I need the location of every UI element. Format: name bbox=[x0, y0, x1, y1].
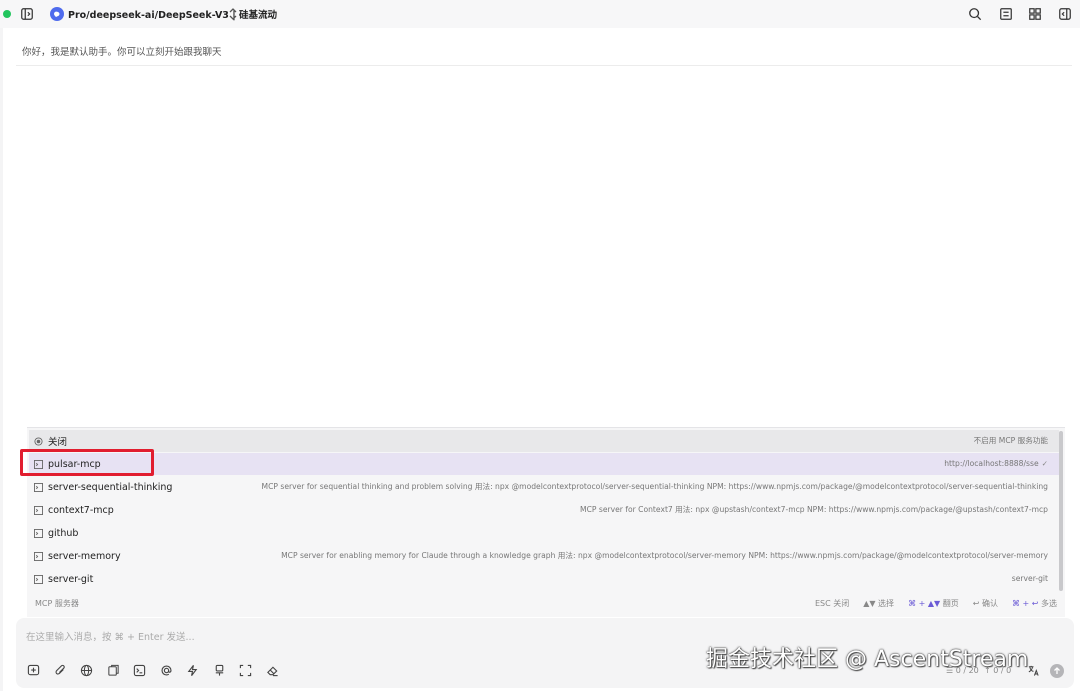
attachment-icon[interactable] bbox=[52, 662, 68, 678]
new-topic-icon[interactable] bbox=[25, 662, 41, 678]
mcp-server-popup: 关闭 不启用 MCP 服务功能 pulsar-mcp http://localh… bbox=[27, 427, 1065, 617]
popup-scrollbar[interactable] bbox=[1059, 431, 1063, 591]
right-panel-toggle-icon[interactable] bbox=[1056, 5, 1074, 23]
knowledge-base-icon[interactable] bbox=[105, 662, 121, 678]
search-icon[interactable] bbox=[966, 5, 984, 23]
expand-icon[interactable] bbox=[237, 662, 253, 678]
hint-page-key: ⌘ + ▲▼ bbox=[908, 598, 941, 608]
mcp-item-pulsar-mcp[interactable]: pulsar-mcp http://localhost:8888/sse ✓ bbox=[29, 453, 1059, 475]
mcp-item-desc: 不启用 MCP 服务功能 bbox=[973, 436, 1048, 445]
close-circle-icon bbox=[33, 436, 43, 446]
mcp-server-icon[interactable] bbox=[131, 662, 147, 678]
topic-list-icon[interactable] bbox=[997, 5, 1015, 23]
web-search-icon[interactable] bbox=[78, 662, 94, 678]
mcp-item-close[interactable]: 关闭 不启用 MCP 服务功能 bbox=[29, 430, 1059, 452]
terminal-icon bbox=[33, 528, 43, 538]
mcp-item-name: context7-mcp bbox=[48, 504, 114, 516]
clear-context-icon[interactable] bbox=[211, 662, 227, 678]
highlight-pulsar-mcp bbox=[20, 449, 154, 476]
popup-footer: MCP 服务器 ESC 关闭 ▲▼ 选择 ⌘ + ▲▼ 翻页 ↩ 确认 ⌘ + … bbox=[35, 593, 1057, 613]
mcp-item-desc: server-git bbox=[1011, 574, 1048, 583]
watermark: 掘金技术社区 @ AscentStream bbox=[706, 647, 1029, 672]
terminal-icon bbox=[33, 551, 43, 561]
send-button[interactable] bbox=[1050, 664, 1064, 678]
mcp-item-name: server-memory bbox=[48, 550, 121, 562]
mcp-item-url: http://localhost:8888/sse bbox=[944, 459, 1039, 468]
mcp-item-github[interactable]: github bbox=[29, 522, 1059, 544]
popup-footer-title: MCP 服务器 bbox=[35, 598, 79, 608]
quick-phrase-icon[interactable] bbox=[184, 662, 200, 678]
message-input[interactable]: 在这里输入消息，按 ⌘ + Enter 发送... bbox=[26, 629, 195, 643]
sidebar-toggle-icon[interactable] bbox=[18, 5, 36, 23]
layout-grid-icon[interactable] bbox=[1026, 5, 1044, 23]
mcp-item-context7-mcp[interactable]: context7-mcp MCP server for Context7 用法:… bbox=[29, 499, 1059, 521]
hint-multi: ⌘ + ↩ 多选 bbox=[1012, 598, 1057, 609]
mcp-item-server-sequential-thinking[interactable]: server-sequential-thinking MCP server fo… bbox=[29, 476, 1059, 498]
hint-page: ⌘ + ▲▼ 翻页 bbox=[908, 598, 959, 609]
divider bbox=[16, 65, 1072, 66]
terminal-icon bbox=[33, 482, 43, 492]
eraser-icon[interactable] bbox=[264, 662, 280, 678]
mcp-item-name: 关闭 bbox=[48, 437, 68, 448]
model-provider-logo-icon bbox=[50, 7, 64, 21]
mention-icon[interactable] bbox=[158, 662, 174, 678]
terminal-icon bbox=[33, 574, 43, 584]
mcp-item-name: server-sequential-thinking bbox=[48, 481, 173, 493]
mcp-item-desc: MCP server for enabling memory for Claud… bbox=[281, 551, 1048, 560]
hint-confirm: ↩ 确认 bbox=[972, 598, 998, 608]
hint-page-label: 翻页 bbox=[942, 598, 959, 608]
hint-select: ▲▼ 选择 bbox=[863, 598, 895, 608]
mcp-item-name: server-git bbox=[48, 573, 94, 585]
terminal-icon bbox=[33, 505, 43, 515]
hint-esc: ESC 关闭 bbox=[814, 598, 850, 608]
model-selector-label[interactable]: Pro/deepseek-ai/DeepSeek-V3 | 硅基流动 bbox=[68, 7, 277, 21]
hint-multi-key: ⌘ + ↩ bbox=[1011, 598, 1039, 608]
chevron-up-down-icon[interactable] bbox=[228, 7, 238, 21]
mcp-item-name: github bbox=[48, 527, 79, 539]
mcp-item-desc: http://localhost:8888/sse ✓ bbox=[944, 453, 1048, 475]
check-icon: ✓ bbox=[1041, 459, 1048, 468]
mcp-item-desc: MCP server for sequential thinking and p… bbox=[261, 482, 1048, 491]
mcp-item-server-git[interactable]: server-git server-git bbox=[29, 568, 1059, 590]
keyboard-hints: ESC 关闭 ▲▼ 选择 ⌘ + ▲▼ 翻页 ↩ 确认 ⌘ + ↩ 多选 bbox=[815, 598, 1057, 609]
title-bar: Pro/deepseek-ai/DeepSeek-V3 | 硅基流动 bbox=[0, 0, 1080, 28]
left-edge bbox=[0, 28, 3, 691]
status-dot bbox=[3, 10, 11, 18]
assistant-greeting: 你好，我是默认助手。你可以立刻开始跟我聊天 bbox=[22, 47, 222, 58]
mcp-item-desc: MCP server for Context7 用法: npx @upstash… bbox=[580, 505, 1048, 514]
mcp-item-server-memory[interactable]: server-memory MCP server for enabling me… bbox=[29, 545, 1059, 567]
hint-multi-label: 多选 bbox=[1041, 598, 1057, 608]
